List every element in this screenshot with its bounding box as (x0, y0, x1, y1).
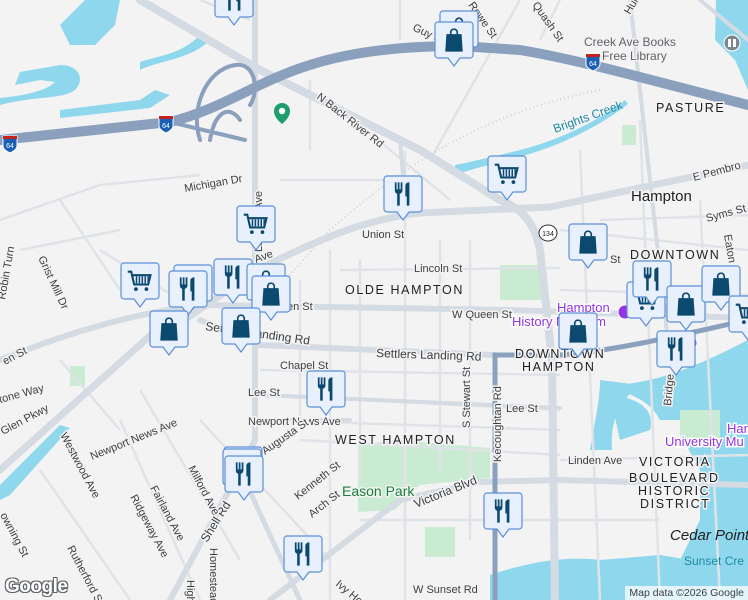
label-west-hampton: WEST HAMPTON (335, 433, 456, 447)
label-lee-st: Lee St (248, 387, 280, 399)
label-eason-park[interactable]: Eason Park (341, 482, 417, 501)
poi-label: University Mu (665, 434, 744, 449)
label-s-stewart-st: S Stewart St (461, 367, 473, 428)
label-chapel-st: Chapel St (280, 360, 328, 372)
label-downtown: DOWNTOWN (630, 248, 720, 262)
label-olde-hampton: OLDE HAMPTON (345, 283, 464, 297)
label-pasture: PASTURE (656, 101, 725, 115)
label-lee-st: Lee St (506, 403, 538, 415)
label-queen-st-mid: en St (287, 301, 313, 313)
label-cedar-point: Cedar Point (670, 527, 748, 544)
interstate-64-shield: 64 (6, 143, 14, 150)
interstate-64-shield: 64 (162, 123, 170, 130)
label-st-right: St (610, 254, 620, 266)
label-lincoln-st: Lincoln St (414, 263, 462, 275)
label-kecoughtan-rd: Kecoughtan Rd (492, 386, 504, 462)
interstate-64-shield: 64 (589, 61, 597, 68)
poi-label: Creek Ave Books (584, 35, 676, 49)
label-w-queen-st: W Queen St (452, 309, 512, 321)
map-canvas[interactable]: 64 64 64 134 Guy St Rowe St Quash St Hun… (0, 0, 748, 600)
poi-label: Free Library (602, 49, 667, 63)
google-logo: Google (5, 576, 68, 597)
label-city-hampton: Hampton (631, 188, 692, 205)
label-victoria-boulevard: HISTORIC (638, 484, 710, 498)
label-union-st: Union St (362, 229, 404, 241)
label-w-sunset-rd: W Sunset Rd (413, 584, 478, 596)
library-icon (723, 34, 741, 52)
label-high: High (184, 580, 196, 600)
label-sunset-creek: Sunset Cre (684, 554, 744, 568)
map-attribution[interactable]: Map data ©2026 Google (625, 586, 748, 600)
route-134-shield: 134 (542, 231, 554, 238)
label-victoria-boulevard: DISTRICT (640, 497, 710, 511)
label-victoria-boulevard: VICTORIA (639, 455, 711, 469)
label-victoria-boulevard: BOULEVARD (629, 471, 720, 485)
label-linden-ave: Linden Ave (568, 455, 622, 467)
label-homestead: Homestead (207, 548, 219, 600)
label-downtown-hampton: HAMPTON (522, 360, 595, 374)
